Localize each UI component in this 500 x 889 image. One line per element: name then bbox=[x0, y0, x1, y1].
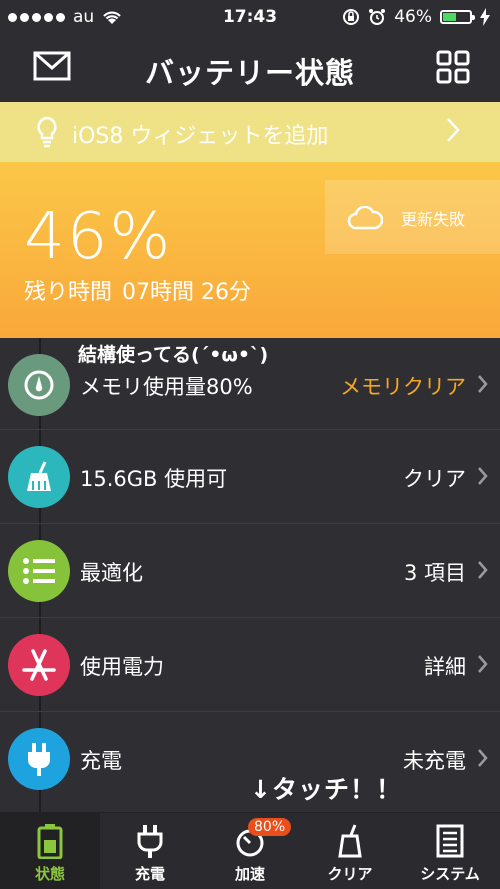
battery-card: 46% 残り時間 07時間 26分 更新失敗 bbox=[0, 162, 500, 338]
list-item-memory[interactable]: 結構使ってる(´•ω•`) メモリ使用量80% メモリクリア bbox=[0, 338, 500, 430]
tab-status-label: 状態 bbox=[34, 865, 65, 883]
memory-icon-circle bbox=[8, 354, 70, 416]
power-usage-detail-action[interactable]: 詳細 bbox=[424, 651, 466, 681]
optimize-label: 最適化 bbox=[80, 561, 143, 585]
storage-icon-circle bbox=[8, 446, 70, 508]
tab-clear-label: クリア bbox=[327, 865, 373, 883]
power-usage-label: 使用電力 bbox=[80, 655, 164, 679]
storage-available-label: 15.6GB 使用可 bbox=[80, 467, 228, 491]
battery-icon bbox=[440, 10, 475, 24]
chevron-right-icon bbox=[478, 655, 488, 673]
battery-level: 46% bbox=[24, 200, 173, 274]
tab-status[interactable]: 状態 bbox=[0, 813, 100, 889]
plug-icon bbox=[137, 825, 163, 858]
boost-badge: 80% bbox=[248, 818, 292, 836]
tab-system-label: システム bbox=[420, 865, 480, 883]
memory-usage-label: メモリ使用量80% bbox=[80, 375, 253, 399]
list-item-storage[interactable]: 15.6GB 使用可 クリア bbox=[0, 430, 500, 524]
cloud-icon bbox=[347, 206, 383, 230]
storage-clear-action[interactable]: クリア bbox=[403, 463, 466, 493]
memory-clear-action[interactable]: メモリクリア bbox=[340, 371, 466, 401]
remaining-time-value: 07時間 26分 bbox=[122, 280, 251, 305]
remaining-time-label: 残り時間 bbox=[24, 280, 113, 305]
widget-banner[interactable]: iOS8 ウィジェットを追加 bbox=[0, 102, 500, 162]
touch-annotation: ↓タッチ！！ bbox=[250, 775, 402, 804]
optimize-icon-circle bbox=[8, 540, 70, 602]
charging-icon-circle bbox=[8, 728, 70, 790]
chevron-right-icon bbox=[478, 749, 488, 767]
chevron-right-icon bbox=[478, 467, 488, 485]
broom-icon bbox=[27, 461, 51, 491]
list-item-power-usage[interactable]: 使用電力 詳細 bbox=[0, 618, 500, 712]
chevron-right-icon bbox=[447, 118, 460, 142]
app-store-icon bbox=[22, 649, 56, 681]
memory-note: 結構使ってる(´•ω•`) bbox=[78, 344, 269, 366]
list-item-optimize[interactable]: 最適化 3 項目 bbox=[0, 524, 500, 618]
tab-charge[interactable]: 充電 bbox=[100, 813, 200, 889]
list-icon bbox=[23, 558, 55, 584]
document-icon bbox=[436, 824, 464, 858]
remaining-time: 残り時間 07時間 26分 bbox=[24, 274, 251, 306]
chevron-right-icon bbox=[478, 561, 488, 579]
status-bar: au 17:43 46% bbox=[0, 0, 500, 34]
tab-system[interactable]: システム bbox=[400, 813, 500, 889]
charging-label: 充電 bbox=[80, 749, 122, 773]
update-status-panel[interactable]: 更新失敗 bbox=[325, 180, 500, 254]
charging-status[interactable]: 未充電 bbox=[403, 745, 466, 775]
status-right: 46% bbox=[342, 7, 490, 27]
status-list: 結構使ってる(´•ω•`) メモリ使用量80% メモリクリア 15.6GB 使用… bbox=[0, 338, 500, 806]
lightbulb-icon bbox=[37, 116, 57, 148]
chevron-right-icon bbox=[478, 375, 488, 393]
alarm-icon bbox=[369, 9, 386, 25]
nav-bar: バッテリー状態 bbox=[0, 34, 500, 102]
tab-clear[interactable]: クリア bbox=[300, 813, 400, 889]
memory-gauge-icon bbox=[24, 370, 54, 400]
optimize-count[interactable]: 3 項目 bbox=[404, 557, 466, 587]
battery-percent: 46% bbox=[394, 7, 432, 27]
grid-menu-icon[interactable] bbox=[436, 50, 470, 84]
battery-status-icon bbox=[37, 824, 63, 859]
tab-charge-label: 充電 bbox=[134, 865, 165, 883]
page-title: バッテリー状態 bbox=[144, 56, 355, 90]
tab-boost-label: 加速 bbox=[234, 865, 265, 883]
widget-banner-label: iOS8 ウィジェットを追加 bbox=[72, 124, 329, 149]
update-status-text: 更新失敗 bbox=[401, 210, 466, 229]
broom-icon bbox=[338, 824, 362, 858]
orientation-lock-icon bbox=[343, 9, 360, 25]
power-usage-icon-circle bbox=[8, 634, 70, 696]
plug-icon bbox=[28, 743, 50, 776]
charging-bolt-icon bbox=[480, 8, 490, 26]
